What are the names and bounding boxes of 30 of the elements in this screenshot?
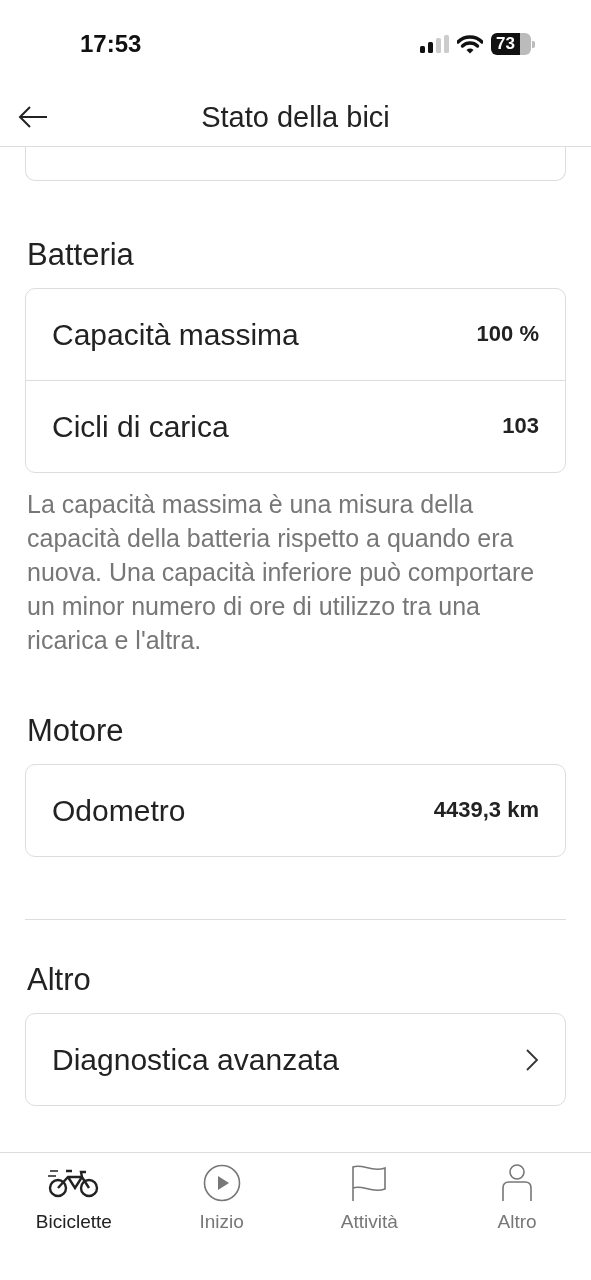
row-value: 103: [502, 413, 539, 439]
tab-label: Attività: [340, 1211, 398, 1233]
section-title: Altro: [27, 962, 92, 998]
row-value: 4439,3 km: [433, 797, 539, 823]
row-label: Odometro: [52, 793, 186, 828]
row-label: Diagnostica avanzata: [52, 1042, 339, 1077]
row-label: Capacità massima: [52, 317, 299, 352]
tab[interactable]: Attività: [295, 1163, 444, 1280]
tab-label: Biciclette: [35, 1211, 112, 1233]
flag-icon: [351, 1163, 388, 1203]
row-value: 100 %: [476, 321, 539, 347]
status-time: 17:53: [80, 30, 142, 58]
tab-label: Altro: [497, 1211, 537, 1233]
tab-label: Inizio: [199, 1211, 244, 1233]
chevron-right-icon: [525, 1047, 539, 1072]
person-icon: [501, 1163, 534, 1203]
row-label: Cicli di carica: [52, 409, 229, 444]
section-title: Motore: [27, 713, 125, 749]
signal-icon: [419, 35, 449, 53]
description-text: La capacità massima è una misura della capacità della batteria rispetto a quando era nuova. Una capacità inferiore può comportare un minor numero di ore di utilizzo tra una ricarica e l'altra.: [27, 489, 536, 656]
tab[interactable]: Inizio: [147, 1163, 296, 1280]
tab[interactable]: Altro: [443, 1163, 591, 1280]
battery-indicator: 73: [491, 33, 535, 55]
back-arrow-icon[interactable]: [18, 106, 48, 128]
screen-title: Stato della bici: [201, 100, 390, 134]
tab[interactable]: Biciclette: [0, 1163, 148, 1280]
list-item[interactable]: Diagnostica avanzata: [26, 1014, 565, 1105]
wifi-icon: [457, 34, 483, 54]
play-icon: [202, 1163, 241, 1203]
section-title: Batteria: [27, 237, 135, 273]
